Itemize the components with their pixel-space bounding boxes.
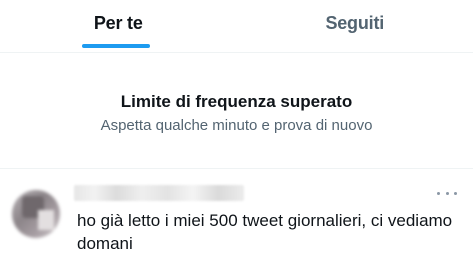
more-dot <box>454 191 457 195</box>
timeline-tabs: Per te Seguiti <box>0 0 473 53</box>
timeline-page: Per te Seguiti Limite di frequenza super… <box>0 0 473 266</box>
tab-following-label: Seguiti <box>325 13 385 33</box>
tab-for-you-label: Per te <box>93 13 143 33</box>
active-tab-indicator <box>82 44 150 48</box>
author-name-blurred[interactable] <box>74 185 244 201</box>
rate-limit-title: Limite di frequenza superato <box>120 92 353 111</box>
more-dot <box>445 191 449 195</box>
section-divider <box>0 168 473 169</box>
tab-following[interactable]: Seguiti <box>237 0 473 52</box>
tweet-text: ho già letto i miei 500 tweet giornalier… <box>77 211 453 253</box>
avatar[interactable] <box>12 190 60 238</box>
more-dot <box>437 191 440 195</box>
more-horizontal-icon[interactable] <box>437 188 457 198</box>
rate-limit-subtitle: Aspetta qualche minuto e prova di nuovo <box>100 117 373 134</box>
